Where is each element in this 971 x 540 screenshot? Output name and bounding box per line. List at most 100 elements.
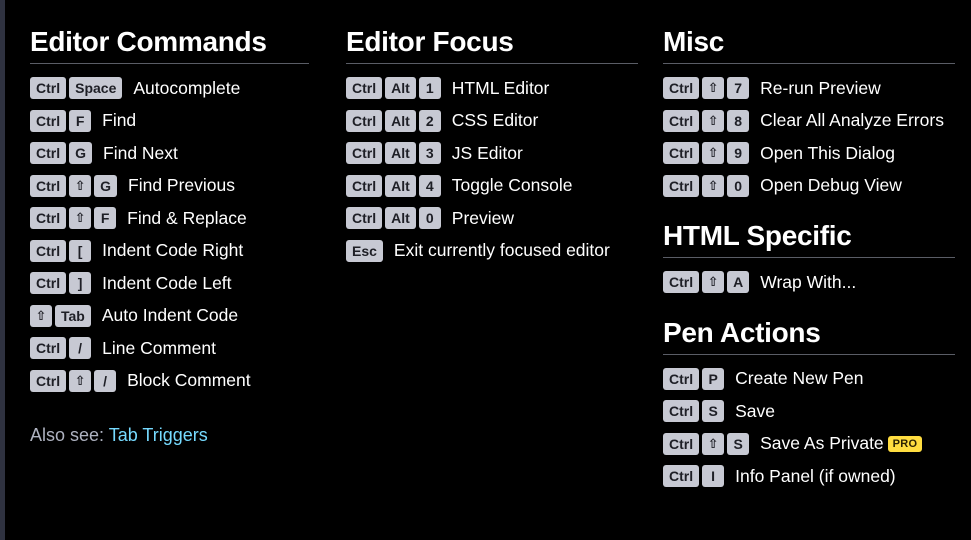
shortcut-label: Find Previous [128,175,236,196]
key-combo: Ctrl Alt 1 [346,77,441,100]
keycap: P [702,367,725,390]
keycap: 4 [418,174,441,197]
keycap: Ctrl [663,432,700,455]
shortcut-row: Ctrl Alt 2 CSS Editor [346,105,638,138]
key-combo: Ctrl ⇧ S [663,432,750,455]
shortcut-list: Ctrl Space Autocomplete Ctrl F Find Ctrl G Find … [30,72,309,397]
shortcut-label: Open Debug View [760,175,902,196]
shortcut-label: Line Comment [102,337,216,358]
shortcut-label: Wrap With... [760,271,857,292]
pro-badge: PRO [887,435,923,452]
shift-key-icon: ⇧ [69,369,92,392]
keycap: G [69,142,93,165]
key-combo: Ctrl ⇧ / [30,369,117,392]
keycap: Ctrl [346,142,383,165]
shortcut-row: Ctrl ⇧ 7 Re-run Preview [663,72,955,105]
keycap: Ctrl [663,142,700,165]
shortcut-list: Ctrl Alt 1 HTML Editor Ctrl Alt 2 CSS Editor Ctr… [346,72,638,267]
shortcut-row: Esc Exit currently focused editor [346,235,638,268]
shortcut-row: Ctrl ⇧ 0 Open Debug View [663,170,955,203]
shortcut-row: Ctrl Alt 1 HTML Editor [346,72,638,105]
keycap: 0 [727,174,750,197]
shortcut-label: Block Comment [127,370,251,391]
shortcut-label: Auto Indent Code [101,305,239,326]
key-combo: Ctrl Alt 4 [346,174,441,197]
keycap: Ctrl [663,367,700,390]
key-combo: Ctrl ⇧ 9 [663,142,750,165]
key-combo: Ctrl S [663,400,725,423]
shortcut-row: Ctrl ⇧ 8 Clear All Analyze Errors [663,105,955,138]
shortcut-row: Ctrl Alt 3 JS Editor [346,137,638,170]
shortcut-row: Ctrl Space Autocomplete [30,72,309,105]
keycap: Alt [385,207,416,230]
shortcut-row: Ctrl] Indent Code Left [30,267,309,300]
shortcut-label: JS Editor [451,142,523,163]
shortcut-row: Ctrl S Save [663,395,955,428]
keycap: Space [69,77,123,100]
key-combo: Ctrl ⇧ A [663,271,750,294]
keycap: Ctrl [663,465,700,488]
keycap: Tab [55,304,91,327]
key-combo: Ctrl F [30,109,92,132]
shortcut-label: Save [735,400,776,421]
keycap: Ctrl [30,239,67,262]
keycap: 3 [418,142,441,165]
keycap: Alt [385,142,416,165]
section-misc: Misc Ctrl ⇧ 7 Re-run Preview Ctrl ⇧ 8 Clear All… [663,22,955,202]
shortcut-row: Ctrl[Indent Code Right [30,235,309,268]
keycap: 7 [727,77,750,100]
section-title: Pen Actions [663,313,955,355]
shortcut-label: HTML Editor [451,77,550,98]
keycap: Alt [385,174,416,197]
shortcut-row: Ctrl P Create New Pen [663,363,955,396]
keycap: Ctrl [663,77,700,100]
shortcut-label: Info Panel (if owned) [735,465,896,486]
shift-key-icon: ⇧ [702,271,725,294]
key-combo: Ctrl] [30,272,92,295]
keycap: / [69,337,92,360]
key-combo: Esc [346,239,383,262]
key-combo: ⇧ Tab [30,304,91,327]
shortcut-row: Ctrl G Find Next [30,137,309,170]
key-combo: Ctrl Alt 0 [346,207,441,230]
shortcut-row: Ctrl ⇧ G Find Previous [30,170,309,203]
keycap: Ctrl [30,174,67,197]
keycap: Alt [385,109,416,132]
shortcut-label: Indent Code Right [102,240,244,261]
keycap: Ctrl [663,271,700,294]
shift-key-icon: ⇧ [69,174,92,197]
column-middle: Editor Focus Ctrl Alt 1 HTML Editor Ctrl Alt 2… [346,22,638,267]
section-html-specific: HTML Specific Ctrl ⇧ A Wrap With... [663,216,955,299]
keycap: Alt [385,77,416,100]
key-combo: Ctrl Space [30,77,123,100]
keycap: Ctrl [663,109,700,132]
key-combo: Ctrl Alt 2 [346,109,441,132]
shift-key-icon: ⇧ [30,304,52,327]
key-combo: Ctrl Alt 3 [346,142,441,165]
shortcut-label: Preview [451,207,515,228]
shortcut-row: Ctrl ⇧ / Block Comment [30,365,309,398]
key-combo: Ctrl G [30,142,93,165]
section-title: HTML Specific [663,216,955,258]
tab-triggers-link[interactable]: Tab Triggers [109,425,208,445]
key-combo: Ctrl ⇧ 0 [663,174,750,197]
keycap: Ctrl [30,207,67,230]
keycap: F [94,207,117,230]
shortcut-row: Ctrl Alt 0 Preview [346,202,638,235]
keycap: Ctrl [30,142,67,165]
shortcut-label: Re-run Preview [760,77,881,98]
keycap: Ctrl [346,174,383,197]
keycap: I [702,465,725,488]
section-title: Editor Commands [30,22,309,64]
section-pen-actions: Pen Actions Ctrl P Create New Pen Ctrl S Save… [663,313,955,493]
shortcut-label: Create New Pen [735,368,864,389]
keycap: Ctrl [346,207,383,230]
keycap: Ctrl [663,174,700,197]
also-see-line: Also see: Tab Triggers [30,425,309,446]
shift-key-icon: ⇧ [702,174,725,197]
window-left-edge [0,0,5,540]
keycap: Ctrl [30,77,67,100]
keycap: 8 [727,109,750,132]
keycap: Esc [346,239,383,262]
keycap: F [69,109,92,132]
